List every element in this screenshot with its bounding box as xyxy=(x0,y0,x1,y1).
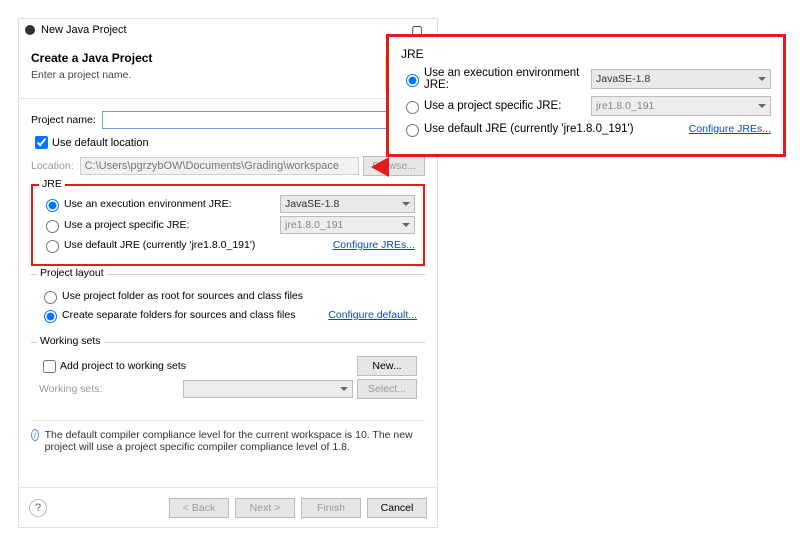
page-subtitle: Enter a project name. xyxy=(31,69,425,81)
layout-root-radio[interactable] xyxy=(44,291,57,304)
callout-jre-specific-combo: jre1.8.0_191 xyxy=(591,96,771,116)
wizard-content: Project name: Use default location Locat… xyxy=(19,99,437,453)
project-name-input[interactable] xyxy=(102,111,425,129)
window-title: New Java Project xyxy=(41,24,127,36)
wizard-window: New Java Project ▢ Create a Java Project… xyxy=(18,18,438,528)
new-working-set-button[interactable]: New... xyxy=(357,356,417,376)
jre-default-radio[interactable] xyxy=(46,240,59,253)
location-label: Location: xyxy=(31,160,74,172)
callout-jre-specific-radio[interactable] xyxy=(406,101,419,114)
callout-jre-env-label: Use an execution environment JRE: xyxy=(424,67,591,91)
working-sets-combo xyxy=(183,380,353,398)
working-sets-group: Working sets Add project to working sets… xyxy=(31,342,425,410)
callout-configure-jres-link[interactable]: Configure JREs... xyxy=(689,123,771,135)
select-working-set-button: Select... xyxy=(357,379,417,399)
info-text: The default compiler compliance level fo… xyxy=(45,429,425,453)
cancel-button[interactable]: Cancel xyxy=(367,498,427,518)
next-button: Next > xyxy=(235,498,295,518)
wizard-footer: ? < Back Next > Finish Cancel xyxy=(19,487,437,527)
jre-group: JRE Use an execution environment JRE: Ja… xyxy=(31,184,425,266)
configure-jres-link[interactable]: Configure JREs... xyxy=(333,239,415,251)
page-title: Create a Java Project xyxy=(31,51,425,65)
layout-separate-label: Create separate folders for sources and … xyxy=(62,309,328,321)
jre-env-radio[interactable] xyxy=(46,199,59,212)
wizard-header: Create a Java Project Enter a project na… xyxy=(19,41,437,99)
callout-jre-default-radio[interactable] xyxy=(406,124,419,137)
eclipse-icon xyxy=(25,25,35,35)
working-sets-legend: Working sets xyxy=(37,335,104,347)
project-layout-group: Project layout Use project folder as roo… xyxy=(31,274,425,334)
jre-env-label: Use an execution environment JRE: xyxy=(64,198,280,210)
configure-default-link[interactable]: Configure default... xyxy=(328,309,417,321)
add-working-sets-checkbox[interactable] xyxy=(43,360,56,373)
help-icon[interactable]: ? xyxy=(29,499,47,517)
callout-jre-env-combo[interactable]: JavaSE-1.8 xyxy=(591,69,771,89)
layout-separate-radio[interactable] xyxy=(44,310,57,323)
add-working-sets-label: Add project to working sets xyxy=(60,360,357,372)
info-icon: i xyxy=(31,429,39,441)
callout-jre-env-radio[interactable] xyxy=(406,74,419,87)
callout-jre-specific-label: Use a project specific JRE: xyxy=(424,100,591,112)
use-default-location-checkbox[interactable] xyxy=(35,136,48,149)
project-name-label: Project name: xyxy=(31,114,96,126)
jre-callout: JRE Use an execution environment JRE: Ja… xyxy=(386,34,786,157)
finish-button: Finish xyxy=(301,498,361,518)
back-button: < Back xyxy=(169,498,229,518)
callout-legend: JRE xyxy=(401,47,771,61)
layout-root-label: Use project folder as root for sources a… xyxy=(62,290,417,302)
jre-legend: JRE xyxy=(39,178,65,190)
project-layout-legend: Project layout xyxy=(37,267,107,279)
jre-specific-radio[interactable] xyxy=(46,220,59,233)
callout-jre-default-label: Use default JRE (currently 'jre1.8.0_191… xyxy=(424,123,689,135)
jre-specific-label: Use a project specific JRE: xyxy=(64,219,280,231)
use-default-location-label: Use default location xyxy=(52,137,149,149)
info-message: i The default compiler compliance level … xyxy=(31,420,425,453)
jre-env-combo[interactable]: JavaSE-1.8 xyxy=(280,195,415,213)
location-input xyxy=(80,157,360,175)
jre-specific-combo: jre1.8.0_191 xyxy=(280,216,415,234)
working-sets-label: Working sets: xyxy=(39,383,183,395)
titlebar: New Java Project ▢ xyxy=(19,19,437,41)
jre-default-label: Use default JRE (currently 'jre1.8.0_191… xyxy=(64,239,333,251)
